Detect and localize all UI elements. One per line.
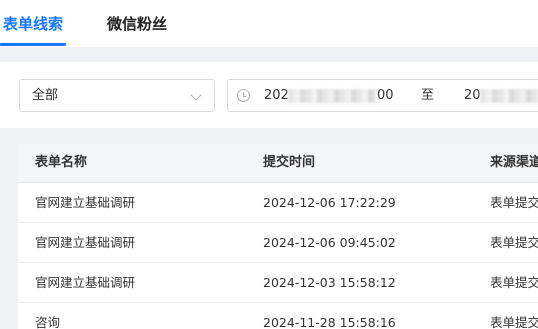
tab-form-leads[interactable]: 表单线索 [3,14,63,34]
date-start-tail: 00 [377,88,394,103]
cell-form-name: 官网建立基础调研 [35,275,136,290]
cell-submit-time: 2024-12-06 17:22:29 [263,195,396,210]
column-header-submit-time[interactable]: 提交时间 [263,154,315,172]
filter-panel: 全部 202 00 至 20 [0,62,538,128]
cell-submit-time: 2024-12-06 09:45:02 [263,235,396,250]
date-end-input[interactable]: 20 [464,87,481,105]
column-header-source[interactable]: 来源渠道 [490,154,538,172]
cell-source: 表单提交 [490,235,538,250]
cell-submit-time: 2024-12-03 15:58:12 [263,275,396,290]
table-header: 表单名称 提交时间 来源渠道 [18,144,538,183]
tab-bar: 表单线索 微信粉丝 [0,0,538,47]
source-select-value: 全部 [32,88,59,103]
cell-source: 表单提交 [490,275,538,290]
cell-form-name: 官网建立基础调研 [35,235,136,250]
date-range-separator: 至 [421,88,435,103]
table-row[interactable]: 官网建立基础调研 2024-12-06 17:22:29 表单提交 [18,183,538,223]
table-row[interactable]: 官网建立基础调研 2024-12-06 09:45:02 表单提交 [18,223,538,263]
date-start-input[interactable]: 202 [264,87,289,105]
cell-source: 表单提交 [490,195,538,210]
cell-submit-time: 2024-11-28 15:58:16 [263,315,396,329]
leads-table: 表单名称 提交时间 来源渠道 官网建立基础调研 2024-12-06 17:22… [18,144,538,329]
date-start-redacted [288,89,376,103]
date-end-redacted [480,89,538,103]
date-range-picker[interactable]: 202 00 至 20 [227,79,538,112]
column-header-form-name[interactable]: 表单名称 [35,154,87,172]
tab-wechat-fans[interactable]: 微信粉丝 [107,14,167,34]
clock-icon [237,89,250,102]
cell-form-name: 咨询 [35,315,61,329]
cell-source: 表单提交 [490,315,538,329]
chevron-down-icon [190,89,202,101]
table-row[interactable]: 咨询 2024-11-28 15:58:16 表单提交 [18,303,538,329]
cell-form-name: 官网建立基础调研 [35,195,136,210]
table-row[interactable]: 官网建立基础调研 2024-12-03 15:58:12 表单提交 [18,263,538,303]
source-select[interactable]: 全部 [19,79,215,112]
active-tab-indicator [0,43,66,46]
